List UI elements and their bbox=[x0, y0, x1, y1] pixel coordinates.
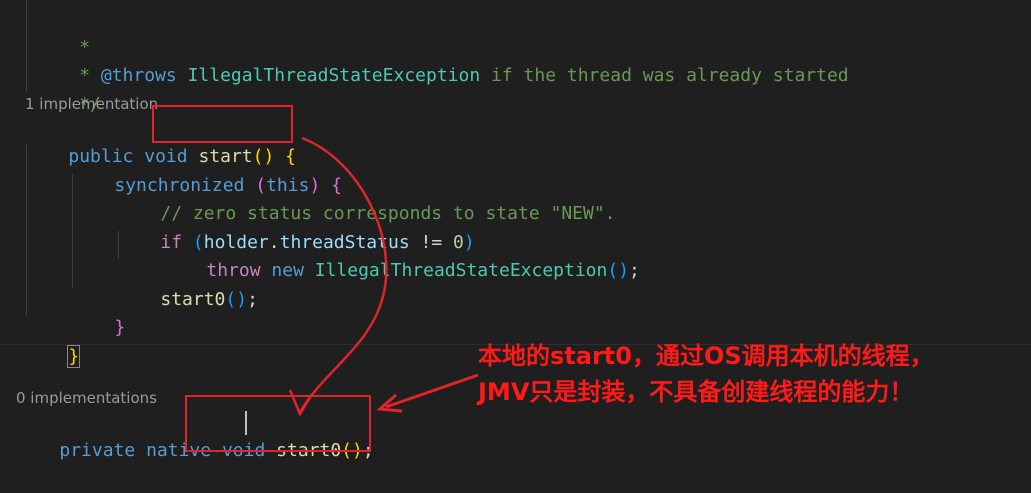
arrow-head bbox=[288, 389, 314, 417]
annotation-line-2: JMV只是封装，不具备创建线程的能力！ bbox=[478, 378, 914, 406]
straight-arrow bbox=[385, 373, 479, 409]
annotation-text: 本地的start0，通过OS调用本机的线程， JMV只是封装，不具备创建线程的能… bbox=[478, 338, 934, 410]
curved-arrow bbox=[298, 136, 388, 413]
annotation-line-1: 本地的start0，通过OS调用本机的线程， bbox=[478, 342, 934, 370]
